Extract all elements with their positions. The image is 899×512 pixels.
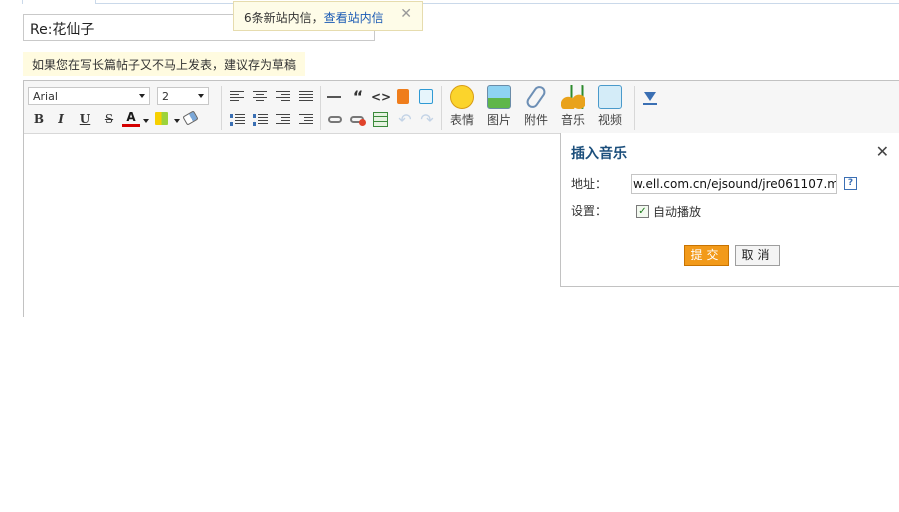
- align-justify-icon[interactable]: [299, 91, 313, 103]
- tab-active[interactable]: [22, 0, 96, 4]
- attachment-button[interactable]: 附件: [519, 83, 553, 128]
- close-icon[interactable]: ✕: [400, 6, 412, 22]
- message-notification: 6条新站内信，查看站内信 ✕: [233, 1, 423, 31]
- align-center-icon[interactable]: [253, 91, 267, 103]
- font-family-select[interactable]: Arial: [28, 87, 150, 105]
- highlight-color-icon[interactable]: [155, 112, 168, 125]
- address-label: 地址：: [571, 177, 608, 191]
- tab-bar-line: [95, 3, 899, 4]
- autoplay-checkbox[interactable]: ✓: [636, 205, 649, 218]
- music-note-icon: [561, 85, 585, 109]
- video-icon: [598, 85, 622, 109]
- font-color-button[interactable]: A: [122, 110, 140, 127]
- emoji-label: 表情: [449, 113, 474, 127]
- eraser-icon[interactable]: [182, 110, 199, 126]
- toolbar-separator: [441, 86, 442, 130]
- align-right-icon[interactable]: [276, 91, 290, 103]
- align-left-icon[interactable]: [230, 91, 244, 103]
- free-content-icon[interactable]: [397, 89, 409, 104]
- video-button[interactable]: 视频: [593, 85, 627, 128]
- chevron-down-icon: [139, 94, 145, 98]
- undo-icon[interactable]: ↶: [396, 111, 414, 129]
- music-url-input[interactable]: w.ell.com.cn/ejsound/jre061107.mp3: [631, 174, 837, 194]
- outdent-icon[interactable]: [299, 114, 313, 126]
- table-icon[interactable]: [373, 112, 388, 127]
- image-button[interactable]: 图片: [482, 85, 516, 128]
- attachment-label: 附件: [523, 113, 548, 127]
- toolbar-separator: [320, 86, 321, 130]
- music-button[interactable]: 音乐: [556, 85, 590, 128]
- strikethrough-button[interactable]: S: [100, 110, 118, 128]
- dialog-title: 插入音乐: [571, 146, 627, 162]
- quote-icon[interactable]: “: [349, 88, 367, 106]
- redo-icon[interactable]: ↷: [418, 111, 436, 129]
- help-icon[interactable]: ?: [844, 177, 857, 190]
- editor-toolbar: Arial 2 B I U S A “ <> ↶ ↷ 表情 图片 附件 音乐 视…: [24, 81, 899, 134]
- insert-music-dialog: 插入音乐 ✕ 地址： w.ell.com.cn/ejsound/jre06110…: [560, 133, 899, 287]
- italic-button[interactable]: I: [52, 110, 70, 128]
- emoji-button[interactable]: 表情: [445, 85, 479, 128]
- chevron-down-icon[interactable]: [143, 119, 149, 123]
- picture-icon: [487, 85, 511, 109]
- music-label: 音乐: [560, 113, 585, 127]
- download-icon[interactable]: [643, 89, 657, 105]
- toolbar-separator: [634, 86, 635, 130]
- paperclip-icon: [524, 83, 548, 111]
- draft-tip: 如果您在写长篇帖子又不马上发表，建议存为草稿: [23, 52, 306, 76]
- cancel-button[interactable]: 取消: [735, 245, 780, 266]
- horizontal-rule-icon[interactable]: [327, 96, 341, 98]
- ordered-list-icon[interactable]: [230, 114, 245, 126]
- close-icon[interactable]: ✕: [876, 142, 889, 161]
- view-messages-link[interactable]: 查看站内信: [324, 11, 384, 25]
- video-label: 视频: [597, 113, 622, 127]
- unordered-list-icon[interactable]: [253, 114, 268, 126]
- toolbar-separator: [221, 86, 222, 130]
- code-icon[interactable]: <>: [371, 88, 391, 106]
- link-icon[interactable]: [328, 116, 342, 123]
- font-family-value: Arial: [33, 90, 58, 103]
- notification-text: 6条新站内信，: [244, 11, 324, 25]
- smiley-icon: [450, 85, 474, 109]
- indent-icon[interactable]: [276, 114, 290, 126]
- hidden-content-icon[interactable]: [419, 89, 433, 104]
- font-size-value: 2: [162, 90, 169, 103]
- autoplay-label[interactable]: 自动播放: [653, 203, 701, 220]
- chevron-down-icon[interactable]: [174, 119, 180, 123]
- submit-button[interactable]: 提交: [684, 245, 729, 266]
- bold-button[interactable]: B: [30, 110, 48, 128]
- image-label: 图片: [486, 113, 511, 127]
- underline-button[interactable]: U: [76, 110, 94, 128]
- unlink-icon[interactable]: [350, 116, 366, 126]
- settings-label: 设置：: [571, 204, 608, 218]
- font-size-select[interactable]: 2: [157, 87, 209, 105]
- chevron-down-icon: [198, 94, 204, 98]
